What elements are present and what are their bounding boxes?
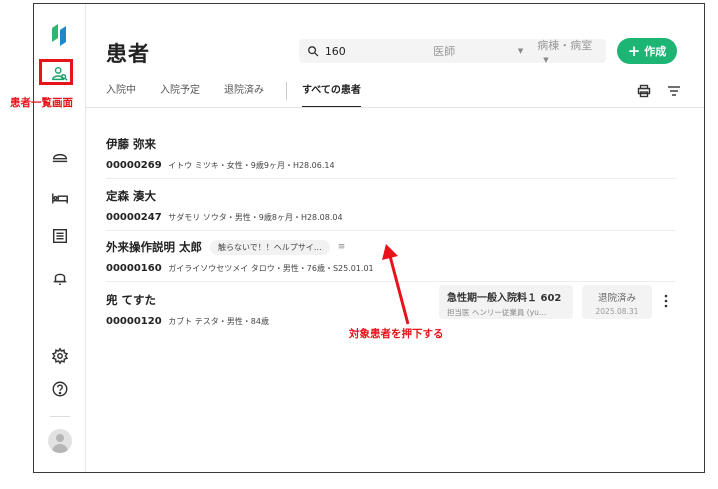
patient-row[interactable]: 伊藤 弥来 00000269 イトウ ミツキ・女性・9歳9ヶ月・H28.06.1… bbox=[106, 136, 676, 179]
patient-details: イトウ ミツキ・女性・9歳9ヶ月・H28.06.14 bbox=[168, 161, 335, 170]
patient-name: 定森 湊大 bbox=[106, 188, 676, 204]
tab-divider bbox=[286, 82, 287, 100]
ward-select-label: 病棟・病室 bbox=[537, 38, 593, 52]
sidebar-divider bbox=[50, 416, 70, 417]
admission-doctor: 担当医 ヘンリー従業員 (yu… bbox=[447, 308, 547, 317]
app-logo-icon bbox=[52, 24, 66, 46]
sort-icon[interactable] bbox=[667, 85, 681, 97]
patient-name-text: 兜 てすた bbox=[106, 293, 157, 307]
patient-id: 00000247 bbox=[106, 212, 162, 223]
bed-icon bbox=[52, 193, 68, 204]
patient-name-text: 外来操作説明 太郎 bbox=[106, 240, 203, 254]
sidebar-item-help[interactable] bbox=[48, 377, 72, 401]
annotation-target-label: 対象患者を押下する bbox=[349, 328, 444, 340]
tab-all-patients[interactable]: すべての患者 bbox=[302, 84, 361, 108]
annotation-highlight-box bbox=[39, 59, 73, 85]
create-button[interactable]: + 作成 bbox=[617, 38, 677, 64]
search-input[interactable]: 160 bbox=[325, 45, 433, 58]
patient-meta: 00000247 サダモリ ソウタ・男性・9歳8ヶ月・H28.08.04 bbox=[106, 212, 676, 223]
note-lines-icon: ≡ bbox=[337, 242, 346, 252]
patient-name-text: 伊藤 弥来 bbox=[106, 137, 157, 151]
annotation-arrow-icon bbox=[382, 244, 410, 325]
tab-bar: 入院中 入院予定 退院済み すべての患者 bbox=[106, 84, 385, 108]
search-icon bbox=[308, 46, 319, 57]
patient-name: 伊藤 弥来 bbox=[106, 136, 676, 152]
doctor-select[interactable]: 医師 bbox=[433, 43, 512, 59]
tabs-underline bbox=[86, 107, 704, 108]
ward-select[interactable]: 病棟・病室 ▼ bbox=[537, 37, 606, 66]
gear-icon bbox=[51, 347, 69, 365]
sidebar-item-settings[interactable] bbox=[48, 344, 72, 368]
bell-icon bbox=[53, 273, 67, 286]
patient-details: カブト テスタ・男性・84歳 bbox=[168, 317, 269, 326]
patient-id: 00000120 bbox=[106, 316, 162, 327]
plus-icon: + bbox=[627, 41, 641, 60]
patient-id: 00000160 bbox=[106, 263, 162, 274]
admission-info[interactable]: 急性期一般入院料１ 602 担当医 ヘンリー従業員 (yu… bbox=[439, 285, 573, 319]
status-label: 退院済み bbox=[597, 293, 636, 304]
create-button-label: 作成 bbox=[644, 45, 667, 58]
search-bar[interactable]: 160 医師 ▼ 病棟・病室 ▼ bbox=[299, 37, 606, 66]
patient-row[interactable]: 定森 湊大 00000247 サダモリ ソウタ・男性・9歳8ヶ月・H28.08.… bbox=[106, 188, 676, 231]
tab-inpatient[interactable]: 入院中 bbox=[106, 84, 136, 108]
list-document-icon bbox=[52, 228, 68, 244]
sidebar-item-beds[interactable] bbox=[48, 186, 72, 210]
annotation-sidebar-label: 患者一覧画面 bbox=[10, 97, 73, 109]
tab-scheduled[interactable]: 入院予定 bbox=[160, 84, 200, 108]
app-window: 患者 160 医師 ▼ 病棟・病室 ▼ + 作成 入院中 入院予定 退院済み す… bbox=[33, 3, 705, 473]
admission-title: 急性期一般入院料１ 602 bbox=[447, 293, 562, 304]
doctor-select-label: 医師 bbox=[433, 45, 456, 58]
dish-cover-icon bbox=[52, 153, 68, 163]
user-avatar[interactable] bbox=[48, 429, 72, 453]
tab-discharged[interactable]: 退院済み bbox=[224, 84, 264, 108]
patient-details: ガイライソウセツメイ タロウ・男性・76歳・S25.01.01 bbox=[168, 264, 374, 273]
patient-note-chip[interactable]: 触らないで！！ヘルプサイ… bbox=[210, 239, 330, 255]
sidebar-item-notifications[interactable] bbox=[48, 266, 72, 290]
status-date: 2025.08.31 bbox=[595, 307, 639, 316]
more-vertical-icon[interactable] bbox=[663, 294, 669, 308]
help-icon bbox=[52, 381, 68, 397]
sidebar-item-admission[interactable] bbox=[48, 144, 72, 168]
page-title: 患者 bbox=[106, 42, 150, 66]
avatar-head bbox=[56, 434, 64, 442]
patient-name-text: 定森 湊大 bbox=[106, 189, 157, 203]
print-icon[interactable] bbox=[637, 84, 651, 98]
status-badge: 退院済み 2025.08.31 bbox=[582, 285, 652, 319]
avatar-body bbox=[52, 444, 68, 453]
chevron-down-icon: ▼ bbox=[517, 47, 524, 55]
patient-meta: 00000269 イトウ ミツキ・女性・9歳9ヶ月・H28.06.14 bbox=[106, 160, 676, 171]
sidebar-item-documents[interactable] bbox=[48, 224, 72, 248]
chevron-down-icon: ▼ bbox=[543, 55, 549, 64]
patient-id: 00000269 bbox=[106, 160, 162, 171]
patient-details: サダモリ ソウタ・男性・9歳8ヶ月・H28.08.04 bbox=[168, 213, 343, 222]
